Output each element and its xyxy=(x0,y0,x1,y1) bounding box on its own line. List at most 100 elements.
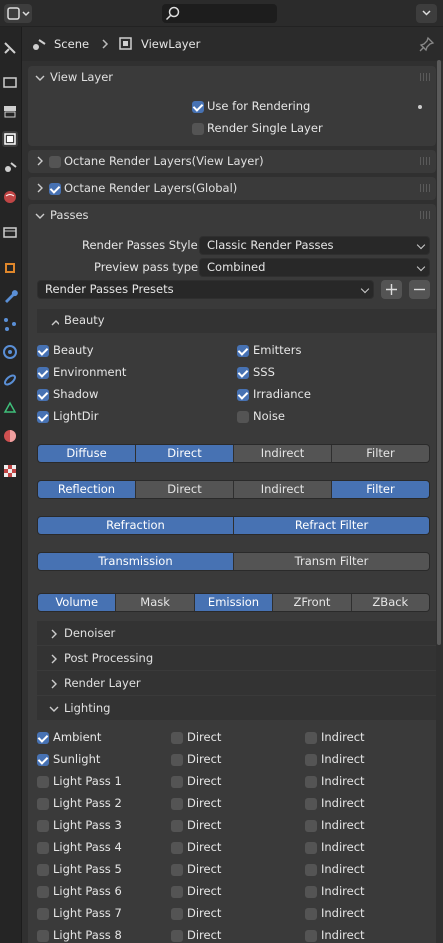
render-passes-style-select[interactable]: Classic Render Passes xyxy=(199,236,430,255)
chevron-down-icon[interactable] xyxy=(49,703,59,713)
pass-toggle-button[interactable]: Direct xyxy=(136,481,234,498)
view-layer-panel-title[interactable]: View Layer xyxy=(50,70,113,84)
light-pass-checkbox[interactable] xyxy=(37,930,49,942)
pass-toggle-button[interactable]: Transmission xyxy=(38,553,234,570)
editor-type-button[interactable] xyxy=(4,4,32,23)
pass-toggle-button[interactable]: Indirect xyxy=(234,445,332,462)
render-icon[interactable] xyxy=(2,74,18,90)
octane-view-layer-checkbox[interactable] xyxy=(49,156,61,168)
pass-toggle-button[interactable]: Reflection xyxy=(38,481,136,498)
pass-toggle-button[interactable]: Refract Filter xyxy=(234,517,429,534)
remove-preset-button[interactable] xyxy=(409,280,430,299)
chevron-right-icon[interactable] xyxy=(35,156,45,166)
light-indirect-checkbox[interactable] xyxy=(305,776,317,788)
light-direct-checkbox[interactable] xyxy=(171,886,183,898)
pass-toggle-button[interactable]: Filter xyxy=(332,445,429,462)
render-single-layer-checkbox[interactable] xyxy=(192,123,204,135)
pass-toggle-button[interactable]: Direct xyxy=(136,445,234,462)
light-pass-checkbox[interactable] xyxy=(37,842,49,854)
data-icon[interactable] xyxy=(2,400,18,416)
subpanel-title[interactable]: Post Processing xyxy=(64,651,153,665)
view-layer-icon[interactable] xyxy=(2,131,18,147)
pass-toggle-button[interactable]: ZFront xyxy=(273,594,352,611)
chevron-right-icon[interactable] xyxy=(49,653,59,664)
particles-icon[interactable] xyxy=(2,316,18,332)
light-direct-checkbox[interactable] xyxy=(171,908,183,920)
chevron-down-icon[interactable] xyxy=(49,316,59,326)
breadcrumb-viewlayer[interactable]: ViewLayer xyxy=(141,37,200,51)
light-indirect-checkbox[interactable] xyxy=(305,930,317,942)
beauty-pass-checkbox[interactable] xyxy=(37,411,49,423)
chevron-right-icon[interactable] xyxy=(35,183,45,193)
tool-icon[interactable] xyxy=(2,40,18,56)
pass-toggle-button[interactable]: Emission xyxy=(194,594,274,611)
pass-toggle-button[interactable]: ZBack xyxy=(351,594,429,611)
beauty-subpanel-title[interactable]: Beauty xyxy=(64,313,105,327)
pass-toggle-button[interactable]: Diffuse xyxy=(38,445,136,462)
octane-global-checkbox[interactable] xyxy=(49,183,61,195)
octane-view-layer-title[interactable]: Octane Render Layers(View Layer) xyxy=(64,154,264,168)
light-direct-checkbox[interactable] xyxy=(171,776,183,788)
passes-panel-title[interactable]: Passes xyxy=(50,208,89,222)
light-pass-checkbox[interactable] xyxy=(37,864,49,876)
beauty-pass-checkbox[interactable] xyxy=(37,345,49,357)
world-icon[interactable] xyxy=(2,189,18,205)
light-direct-checkbox[interactable] xyxy=(171,798,183,810)
light-indirect-checkbox[interactable] xyxy=(305,842,317,854)
light-indirect-checkbox[interactable] xyxy=(305,754,317,766)
preview-pass-type-select[interactable]: Combined xyxy=(199,258,430,277)
beauty-pass-checkbox[interactable] xyxy=(237,389,249,401)
light-pass-checkbox[interactable] xyxy=(37,908,49,920)
pass-toggle-button[interactable]: Mask xyxy=(116,594,195,611)
options-menu-button[interactable] xyxy=(416,4,437,23)
beauty-pass-checkbox[interactable] xyxy=(237,345,249,357)
light-direct-checkbox[interactable] xyxy=(171,930,183,942)
subpanel-title[interactable]: Render Layer xyxy=(64,676,141,690)
breadcrumb-scene[interactable]: Scene xyxy=(54,37,89,51)
light-indirect-checkbox[interactable] xyxy=(305,798,317,810)
subpanel-title[interactable]: Denoiser xyxy=(64,626,115,640)
scrollbar[interactable] xyxy=(437,60,441,645)
chevron-right-icon[interactable] xyxy=(49,678,59,689)
beauty-pass-checkbox[interactable] xyxy=(37,389,49,401)
light-pass-checkbox[interactable] xyxy=(37,886,49,898)
render-passes-presets-select[interactable]: Render Passes Presets xyxy=(37,280,374,299)
modifier-icon[interactable] xyxy=(2,288,18,304)
object-icon[interactable] xyxy=(2,260,18,276)
pin-icon[interactable] xyxy=(419,36,435,52)
search-input[interactable] xyxy=(162,4,277,23)
chevron-down-icon[interactable] xyxy=(35,73,45,83)
octane-global-title[interactable]: Octane Render Layers(Global) xyxy=(64,181,237,195)
texture-icon[interactable] xyxy=(2,463,18,479)
drag-handle[interactable] xyxy=(420,184,432,192)
pass-toggle-button[interactable]: Transm Filter xyxy=(234,553,429,570)
light-indirect-checkbox[interactable] xyxy=(305,886,317,898)
light-direct-checkbox[interactable] xyxy=(171,754,183,766)
pass-toggle-button[interactable]: Volume xyxy=(38,594,117,611)
beauty-pass-checkbox[interactable] xyxy=(37,367,49,379)
drag-handle[interactable] xyxy=(420,73,432,81)
pass-toggle-button[interactable]: Filter xyxy=(332,481,429,498)
light-pass-checkbox[interactable] xyxy=(37,776,49,788)
chevron-down-icon[interactable] xyxy=(35,211,45,221)
light-pass-checkbox[interactable] xyxy=(37,754,49,766)
light-direct-checkbox[interactable] xyxy=(171,820,183,832)
light-indirect-checkbox[interactable] xyxy=(305,908,317,920)
light-pass-checkbox[interactable] xyxy=(37,798,49,810)
light-indirect-checkbox[interactable] xyxy=(305,864,317,876)
beauty-pass-checkbox[interactable] xyxy=(237,411,249,423)
use-for-rendering-checkbox[interactable] xyxy=(192,101,204,113)
light-pass-checkbox[interactable] xyxy=(37,820,49,832)
scene-icon[interactable] xyxy=(2,159,18,175)
light-pass-checkbox[interactable] xyxy=(37,732,49,744)
light-direct-checkbox[interactable] xyxy=(171,842,183,854)
pass-toggle-button[interactable]: Indirect xyxy=(234,481,332,498)
light-indirect-checkbox[interactable] xyxy=(305,732,317,744)
output-icon[interactable] xyxy=(2,103,18,119)
chevron-right-icon[interactable] xyxy=(49,628,59,639)
light-direct-checkbox[interactable] xyxy=(171,864,183,876)
add-preset-button[interactable] xyxy=(381,280,402,299)
drag-handle[interactable] xyxy=(420,211,432,219)
beauty-pass-checkbox[interactable] xyxy=(237,367,249,379)
material-icon[interactable] xyxy=(2,428,18,444)
